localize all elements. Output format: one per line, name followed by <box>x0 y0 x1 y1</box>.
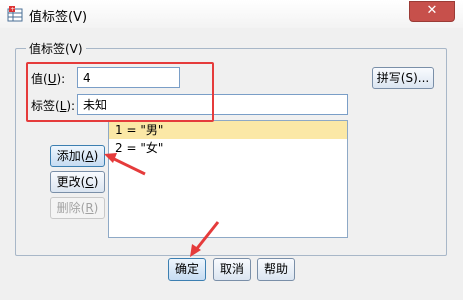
label-input[interactable] <box>77 94 348 115</box>
ok-button[interactable]: 确定 <box>168 258 206 281</box>
value-label: 值(U): <box>31 72 66 86</box>
list-item[interactable]: 2 = "女" <box>109 139 347 157</box>
group-title: 值标签(V) <box>26 40 86 57</box>
change-button[interactable]: 更改(C) <box>50 171 105 193</box>
label-label: 标签(L): <box>31 99 76 113</box>
spss-app-icon: + <box>7 6 23 22</box>
add-button[interactable]: 添加(A) <box>50 145 105 167</box>
spelling-button[interactable]: 拼写(S)... <box>372 67 434 89</box>
window-title: 值标签(V) <box>29 10 88 25</box>
cancel-button[interactable]: 取消 <box>213 258 251 281</box>
value-label-list[interactable]: 1 = "男" 2 = "女" <box>108 120 348 238</box>
svg-text:+: + <box>10 6 15 13</box>
remove-button[interactable]: 删除(R) <box>50 197 105 219</box>
value-input[interactable] <box>77 67 180 88</box>
list-item[interactable]: 1 = "男" <box>109 121 347 139</box>
close-button[interactable]: ✕ <box>409 1 455 22</box>
help-button[interactable]: 帮助 <box>257 258 295 281</box>
title-bar: + 值标签(V) ✕ <box>0 0 463 29</box>
